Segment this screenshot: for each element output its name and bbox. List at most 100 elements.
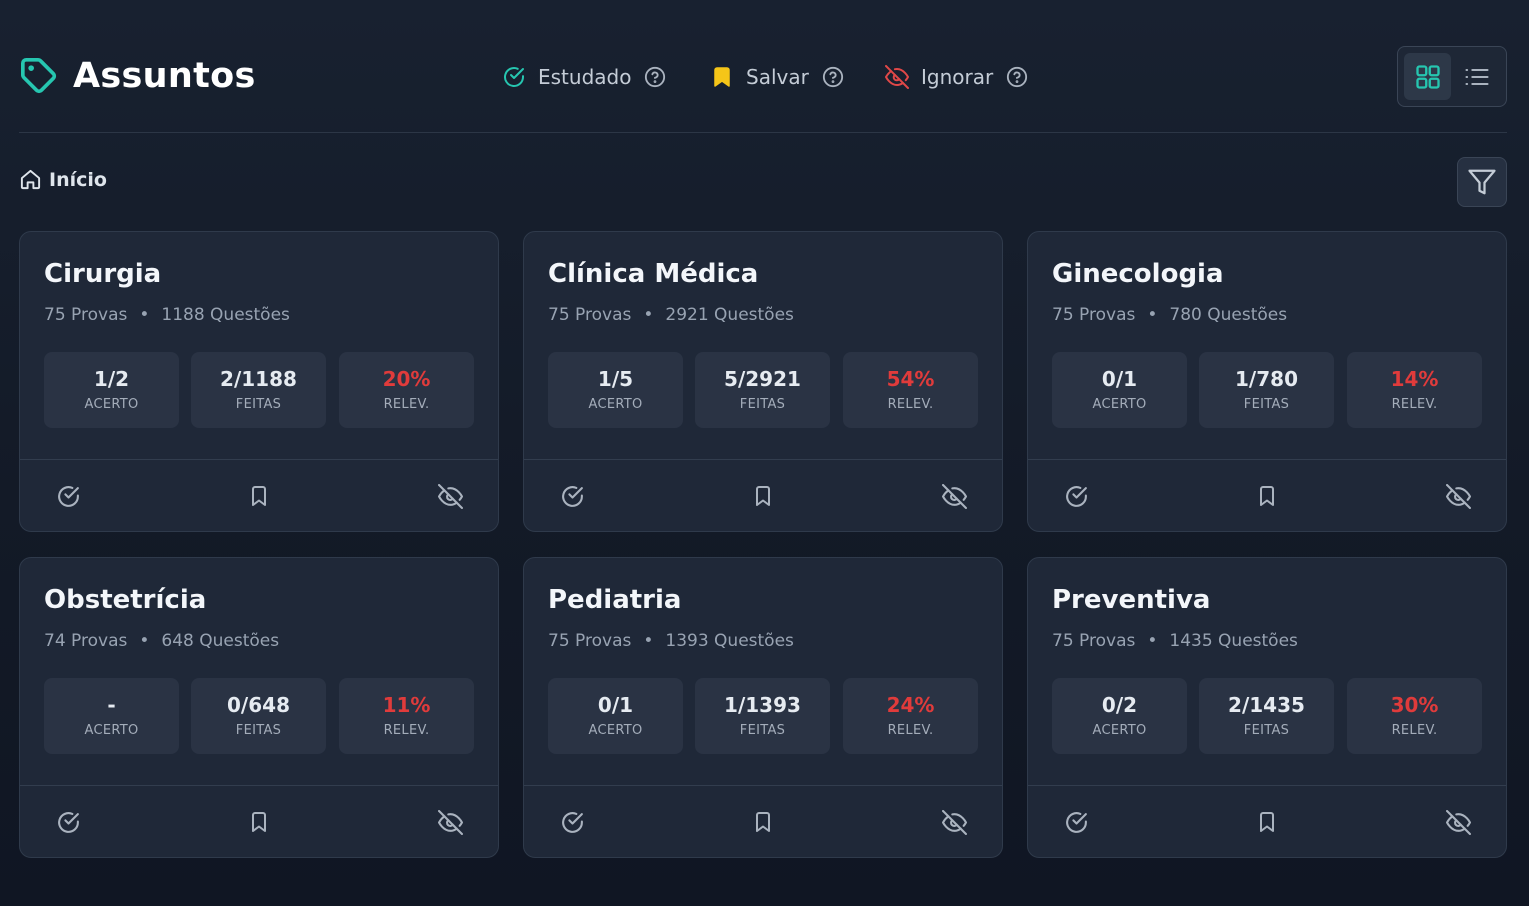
stat-label: RELEV.	[383, 397, 430, 412]
card-actions	[524, 459, 1002, 532]
stat-label: RELEV.	[383, 723, 430, 738]
stat-label: RELEV.	[1391, 723, 1438, 738]
questoes-count: 1188 Questões	[161, 305, 290, 325]
eye-off-icon	[941, 809, 967, 835]
stat-label: ACERTO	[84, 723, 139, 738]
home-icon	[19, 168, 42, 191]
subject-card[interactable]: Pediatria 75 Provas • 1393 Questões 0/1 …	[523, 557, 1003, 858]
card-actions	[1028, 785, 1506, 858]
stat-value: 5/2921	[724, 367, 801, 391]
help-icon[interactable]	[644, 66, 666, 88]
stat-label: ACERTO	[1092, 397, 1147, 412]
tag-icon	[19, 56, 59, 96]
card-title: Obstetrícia	[44, 585, 207, 615]
eye-off-icon	[1445, 809, 1471, 835]
stat-value: -	[107, 693, 116, 717]
stat-label: FEITAS	[1243, 723, 1290, 738]
stat-label: ACERTO	[1092, 723, 1147, 738]
stat-value: 1/5	[597, 367, 634, 391]
breadcrumb-home[interactable]: Início	[19, 168, 107, 191]
bookmark-icon	[247, 484, 271, 508]
breadcrumb-label: Início	[49, 168, 107, 191]
separator-dot: •	[139, 305, 150, 325]
bookmark-icon	[1255, 484, 1279, 508]
bookmark-icon	[1255, 810, 1279, 834]
mark-studied-button[interactable]	[558, 482, 586, 510]
ignore-button[interactable]	[940, 482, 968, 510]
mark-studied-button[interactable]	[54, 808, 82, 836]
check-circle-icon	[56, 810, 81, 835]
stat-label: FEITAS	[739, 723, 786, 738]
stat-relevancia: 24% RELEV.	[843, 678, 978, 754]
ignore-button[interactable]	[436, 482, 464, 510]
mark-studied-button[interactable]	[54, 482, 82, 510]
stat-relevancia: 54% RELEV.	[843, 352, 978, 428]
eye-off-icon	[1445, 483, 1471, 509]
save-button[interactable]	[245, 808, 273, 836]
stat-acerto: 1/5 ACERTO	[548, 352, 683, 428]
stat-value: 2/1435	[1228, 693, 1305, 717]
stat-acerto: 0/2 ACERTO	[1052, 678, 1187, 754]
card-meta: 75 Provas • 1188 Questões	[44, 305, 290, 325]
check-circle-icon	[560, 484, 585, 509]
subject-card[interactable]: Clínica Médica 75 Provas • 2921 Questões…	[523, 231, 1003, 532]
card-meta: 75 Provas • 1393 Questões	[548, 631, 794, 651]
stat-value: 54%	[886, 367, 935, 391]
bookmark-icon	[710, 65, 734, 89]
stat-label: FEITAS	[739, 397, 786, 412]
filter-button[interactable]	[1457, 157, 1507, 207]
subject-card[interactable]: Preventiva 75 Provas • 1435 Questões 0/2…	[1027, 557, 1507, 858]
separator-dot: •	[139, 631, 150, 651]
stat-label: RELEV.	[887, 723, 934, 738]
grid-view-button[interactable]	[1404, 53, 1451, 100]
stat-relevancia: 11% RELEV.	[339, 678, 474, 754]
stat-relevancia: 14% RELEV.	[1347, 352, 1482, 428]
stat-acerto: 0/1 ACERTO	[1052, 352, 1187, 428]
mark-studied-button[interactable]	[558, 808, 586, 836]
ignore-button[interactable]	[436, 808, 464, 836]
save-button[interactable]	[245, 482, 273, 510]
separator-dot: •	[1147, 305, 1158, 325]
subject-card[interactable]: Ginecologia 75 Provas • 780 Questões 0/1…	[1027, 231, 1507, 532]
bookmark-icon	[247, 810, 271, 834]
stat-value: 2/1188	[220, 367, 297, 391]
save-button[interactable]	[749, 482, 777, 510]
eye-off-icon	[885, 65, 909, 89]
ignore-button[interactable]	[940, 808, 968, 836]
save-button[interactable]	[1253, 808, 1281, 836]
stat-value: 1/2	[93, 367, 130, 391]
check-circle-icon	[560, 810, 585, 835]
help-icon[interactable]	[822, 66, 844, 88]
list-view-button[interactable]	[1453, 53, 1500, 100]
questoes-count: 1393 Questões	[665, 631, 794, 651]
stat-label: RELEV.	[1391, 397, 1438, 412]
card-title: Pediatria	[548, 585, 682, 615]
mark-studied-button[interactable]	[1062, 482, 1090, 510]
provas-count: 75 Provas	[44, 305, 128, 325]
stat-feitas: 5/2921 FEITAS	[695, 352, 830, 428]
grid-icon	[1414, 63, 1442, 91]
subject-card[interactable]: Cirurgia 75 Provas • 1188 Questões 1/2 A…	[19, 231, 499, 532]
mark-studied-button[interactable]	[1062, 808, 1090, 836]
subject-card[interactable]: Obstetrícia 74 Provas • 648 Questões - A…	[19, 557, 499, 858]
card-title: Preventiva	[1052, 585, 1211, 615]
filter-icon	[1467, 167, 1497, 197]
card-title: Cirurgia	[44, 259, 162, 289]
card-title: Ginecologia	[1052, 259, 1224, 289]
help-icon[interactable]	[1006, 66, 1028, 88]
stat-value: 30%	[1390, 693, 1439, 717]
card-title: Clínica Médica	[548, 259, 759, 289]
stat-label: ACERTO	[588, 397, 643, 412]
separator-dot: •	[643, 631, 654, 651]
stat-label: ACERTO	[84, 397, 139, 412]
ignore-button[interactable]	[1444, 808, 1472, 836]
eye-off-icon	[437, 483, 463, 509]
save-button[interactable]	[1253, 482, 1281, 510]
stat-feitas: 0/648 FEITAS	[191, 678, 326, 754]
stat-feitas: 1/780 FEITAS	[1199, 352, 1334, 428]
save-button[interactable]	[749, 808, 777, 836]
ignore-button[interactable]	[1444, 482, 1472, 510]
separator-dot: •	[643, 305, 654, 325]
provas-count: 75 Provas	[548, 631, 632, 651]
stat-feitas: 1/1393 FEITAS	[695, 678, 830, 754]
